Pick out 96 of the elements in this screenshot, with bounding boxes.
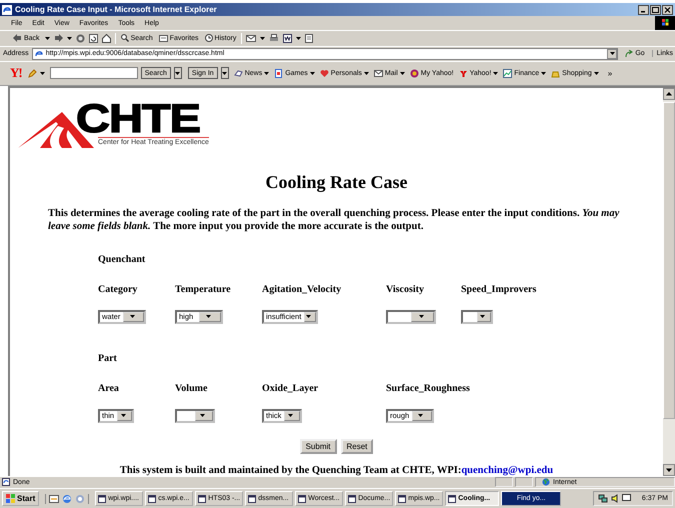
- chart-icon: [503, 68, 512, 78]
- caret-icon[interactable]: [594, 72, 599, 75]
- caret-icon: [130, 315, 135, 318]
- dropdown-button[interactable]: [220, 67, 229, 80]
- field-label: Oxide_Layer: [262, 382, 318, 394]
- select-field[interactable]: [461, 310, 493, 324]
- window-icon: [448, 494, 456, 502]
- mail-icon: [374, 68, 383, 78]
- window-icon: [98, 494, 106, 502]
- caret-icon[interactable]: [310, 72, 315, 75]
- caret-icon: [200, 414, 205, 418]
- window-icon: [198, 494, 206, 502]
- folder-icon: [158, 34, 168, 42]
- document-icon[interactable]: [283, 34, 292, 43]
- dropdown-button[interactable]: [174, 67, 182, 80]
- caret-icon: [610, 52, 615, 56]
- field-label: Agitation_Velocity: [262, 284, 342, 295]
- caret-icon[interactable]: [364, 72, 369, 75]
- caret-icon: [306, 315, 312, 318]
- back-arrow-icon: [13, 34, 22, 42]
- desktop-icon[interactable]: [49, 494, 60, 504]
- go-arrow-icon: [625, 50, 634, 58]
- stop-icon[interactable]: [76, 34, 85, 43]
- select-field[interactable]: [386, 310, 436, 324]
- field-label: Surface_Roughness: [386, 382, 470, 394]
- ie-icon[interactable]: [62, 494, 72, 504]
- minimize-icon[interactable]: [638, 4, 649, 15]
- circle-icon: [410, 68, 419, 78]
- caret-icon: [418, 414, 424, 418]
- field-label: Area: [98, 382, 119, 394]
- field-label: Speed_Improvers: [461, 284, 536, 295]
- caret-icon[interactable]: [260, 36, 266, 40]
- caret-icon: [288, 414, 294, 418]
- scroll-up-icon[interactable]: [663, 88, 675, 100]
- mail-icon[interactable]: [246, 34, 256, 43]
- scrollbar-thumb[interactable]: [663, 102, 675, 419]
- window-icon: [398, 494, 406, 502]
- email-link[interactable]: quenching@wpi.edu: [461, 464, 554, 476]
- caret-icon: [480, 315, 485, 318]
- start-button[interactable]: Start: [2, 491, 40, 506]
- letter-y-icon: [458, 68, 468, 78]
- heart-icon: [320, 68, 329, 78]
- monitor-icon: [622, 494, 631, 503]
- reset-button[interactable]: Reset: [340, 438, 374, 454]
- network-icon: [598, 494, 608, 503]
- windows-logo-icon: [655, 16, 675, 30]
- caret-icon[interactable]: [66, 36, 72, 40]
- caret-icon: [222, 72, 228, 75]
- home-icon[interactable]: [102, 34, 111, 43]
- printer-icon[interactable]: [269, 34, 280, 43]
- select-field[interactable]: [175, 408, 215, 423]
- page-icon[interactable]: [305, 34, 314, 43]
- window-icon: [148, 494, 156, 502]
- maximize-icon[interactable]: [650, 4, 661, 15]
- footer-text: This system is built and maintained by the Quenching Team at CHTE, WPI:quenching@wpi.edu: [118, 464, 554, 476]
- caret-icon: [206, 315, 211, 318]
- section-title: Quenchant: [98, 254, 146, 265]
- globe-icon: [542, 478, 550, 486]
- section-title: Part: [98, 352, 117, 364]
- status-pane: [515, 477, 533, 488]
- field-label: Category: [98, 284, 138, 295]
- status-pane: [495, 477, 513, 488]
- bag-icon: [551, 68, 560, 78]
- field-label: Viscosity: [386, 284, 424, 295]
- window-title: Cooling Rate Case Input - Microsoft Internet Explorer: [15, 5, 218, 14]
- caret-icon[interactable]: [40, 72, 45, 75]
- field-label: Temperature: [175, 284, 231, 295]
- windows-flag-icon: [6, 494, 15, 503]
- caret-icon: [120, 414, 126, 418]
- window-icon: [298, 494, 306, 502]
- window-icon: [248, 494, 256, 502]
- window-icon: [348, 494, 356, 502]
- close-icon[interactable]: [662, 4, 673, 15]
- forward-arrow-icon[interactable]: [54, 34, 63, 42]
- search-icon: [120, 34, 129, 42]
- speaker-icon: [610, 494, 619, 503]
- caret-icon[interactable]: [541, 72, 546, 75]
- caret-icon: [175, 72, 180, 75]
- logo-title: CHTE: [76, 98, 200, 138]
- caret-icon[interactable]: [264, 72, 270, 75]
- caret-icon[interactable]: [296, 36, 302, 40]
- intro-text: This determines the average cooling rate of the part in the overall quenching process. Please enter the input conditions. You may leave some fields blank. The more input you provide the more accurate is the output.: [48, 206, 620, 233]
- submit-button[interactable]: Submit: [300, 438, 336, 454]
- more-button[interactable]: »: [608, 68, 612, 78]
- page-icon: [274, 68, 284, 78]
- caret-icon[interactable]: [400, 72, 405, 75]
- field-label: Volume: [175, 382, 208, 394]
- caret-icon: [418, 315, 424, 318]
- search-input[interactable]: [50, 67, 138, 80]
- caret-icon[interactable]: [493, 72, 498, 75]
- page-heading: Cooling Rate Case: [264, 172, 408, 193]
- refresh-icon[interactable]: [88, 34, 98, 43]
- scroll-down-icon[interactable]: [663, 464, 675, 476]
- ie-page-icon: [34, 50, 43, 58]
- caret-icon[interactable]: [44, 36, 50, 40]
- clock-icon: [204, 34, 213, 42]
